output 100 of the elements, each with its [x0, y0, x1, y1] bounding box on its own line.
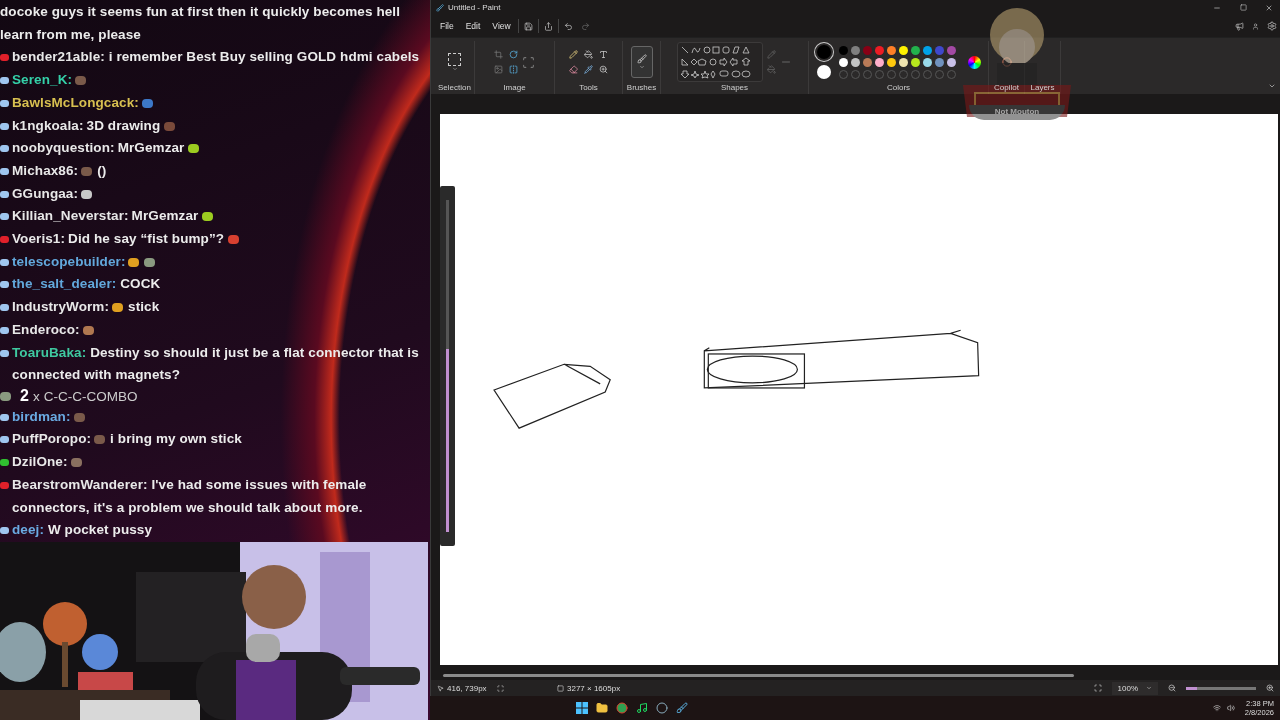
current-color-swatch[interactable] — [816, 45, 831, 59]
redo-icon — [580, 21, 590, 31]
chat-username[interactable]: PuffPoropo: — [12, 431, 92, 447]
color-swatch[interactable] — [910, 57, 920, 67]
color-swatch[interactable] — [886, 45, 896, 55]
menu-item[interactable]: Edit — [460, 18, 486, 34]
eraser-icon[interactable] — [569, 65, 578, 74]
chat-username[interactable]: Killian_Neverstar: — [12, 208, 129, 224]
group-label: Brushes — [626, 83, 657, 94]
chat-text: MrGemzar — [131, 208, 199, 224]
color-wheel-button[interactable] — [967, 55, 981, 69]
windows-icon[interactable] — [576, 702, 588, 714]
chat-text: Did he say “fist bump”? — [68, 231, 225, 247]
zoom-out-icon[interactable] — [1168, 684, 1176, 692]
paint-icon[interactable] — [676, 702, 688, 714]
chat-username[interactable]: DzilOne: — [12, 454, 68, 470]
chat-username[interactable]: Michax86: — [12, 162, 79, 178]
text-icon[interactable] — [599, 50, 608, 59]
combo-times: x — [32, 388, 40, 404]
side-slider[interactable] — [446, 200, 449, 532]
shapes-gallery[interactable] — [677, 42, 763, 82]
chat-username[interactable]: noobyquestion: — [12, 140, 115, 156]
chat-username[interactable]: birdman: — [12, 408, 71, 424]
megaphone-button[interactable] — [1232, 19, 1247, 33]
app-icon — [436, 3, 444, 12]
network-icon[interactable] — [1212, 704, 1221, 712]
chat-text: MrGemzar — [117, 140, 185, 156]
group-label: Copilot — [994, 83, 1019, 94]
collapse-icon[interactable] — [1268, 82, 1276, 90]
canvas-size-icon — [557, 684, 564, 692]
selection-size-icon — [497, 684, 504, 692]
scrollbar[interactable] — [443, 673, 1074, 677]
caret-icon — [638, 64, 645, 70]
fill-icon[interactable] — [584, 50, 593, 59]
browser-icon[interactable] — [616, 702, 628, 714]
chat-message: the_salt_dealer: COCK — [12, 275, 162, 294]
cursor-icon — [437, 684, 444, 692]
color-swatch[interactable] — [946, 45, 956, 55]
combo-label: C-C-C-COMBO — [43, 388, 138, 404]
chat-username[interactable]: Enderoco: — [12, 321, 80, 337]
color-swatch[interactable] — [910, 45, 920, 55]
group-label: Shapes — [720, 83, 749, 94]
color-swatch[interactable] — [934, 45, 944, 55]
chat-message: ToaruBaka: Destiny so should it just be a flat connector that is connected with magnets? — [12, 343, 420, 385]
color-swatch[interactable] — [922, 45, 932, 55]
color-swatch[interactable] — [850, 45, 860, 55]
color-swatch[interactable] — [874, 45, 884, 55]
color-swatch[interactable] — [922, 57, 932, 67]
group-label: Tools — [579, 83, 598, 94]
rotate-icon[interactable] — [509, 50, 518, 59]
color-picker-icon[interactable] — [584, 65, 593, 74]
group-label: Image — [503, 83, 526, 94]
pencil-icon[interactable] — [569, 50, 578, 59]
color-swatch[interactable] — [862, 57, 872, 67]
chat-username[interactable]: Seren_K: — [12, 72, 73, 88]
zoom-in-icon[interactable] — [1266, 684, 1274, 692]
zoom-slider[interactable] — [1186, 686, 1256, 690]
color-swatch[interactable] — [898, 57, 908, 67]
overlay-name: Not Mouton — [968, 105, 1066, 120]
copilot-icon[interactable] — [1001, 57, 1012, 67]
menu-item[interactable]: View — [487, 18, 516, 34]
chat-username[interactable]: telescopebuilder: — [12, 253, 126, 269]
color-swatch[interactable] — [838, 45, 848, 55]
image-icon[interactable] — [494, 65, 503, 74]
group-label: Selection — [438, 83, 471, 94]
color-swatch[interactable] — [886, 57, 896, 67]
volume-icon[interactable] — [1226, 704, 1235, 712]
selection-button[interactable] — [448, 52, 461, 72]
chat-username[interactable]: k1ngkoala: — [12, 117, 84, 133]
chat-message: bender21able: i remember Best Buy selling GOLD hdmi cabels — [12, 48, 421, 67]
maximize-icon — [1239, 4, 1247, 11]
current-color-swatch[interactable] — [816, 65, 831, 79]
music-icon[interactable] — [636, 702, 648, 714]
fit-icon[interactable] — [1093, 684, 1102, 692]
magnifier-icon[interactable] — [599, 65, 608, 74]
chat-text: i bring my own stick — [110, 431, 242, 447]
color-swatch[interactable] — [850, 57, 860, 67]
chat-username[interactable]: Voeris1: — [12, 231, 66, 247]
group-label: Colors — [886, 83, 911, 94]
zoom-dropdown[interactable]: 100% — [1111, 681, 1158, 695]
close-icon — [1265, 3, 1273, 12]
chat-username[interactable]: BawlsMcLongcack: — [12, 94, 139, 110]
folder-icon[interactable] — [596, 702, 608, 714]
brushes-button[interactable] — [630, 46, 653, 78]
chat-message: deej: W pocket pussy — [12, 521, 154, 540]
color-swatch[interactable] — [946, 57, 956, 67]
color-swatch[interactable] — [838, 57, 848, 67]
flip-icon[interactable] — [509, 65, 518, 74]
cursor-position: 416, 739px — [447, 683, 487, 693]
chat-username[interactable]: GGungaa: — [12, 185, 79, 201]
menu-item[interactable]: File — [435, 18, 459, 34]
color-swatch[interactable] — [934, 57, 944, 67]
background-removal-icon[interactable] — [522, 55, 535, 69]
color-swatch[interactable] — [898, 45, 908, 55]
color-swatch[interactable] — [874, 57, 884, 67]
color-swatch[interactable] — [862, 45, 872, 55]
canvas-size: 3277 × 1605px — [567, 683, 621, 693]
chat-text: () — [97, 162, 107, 178]
chat-username[interactable]: IndustryWorm: — [12, 299, 110, 315]
chat-text: stick — [128, 299, 160, 315]
